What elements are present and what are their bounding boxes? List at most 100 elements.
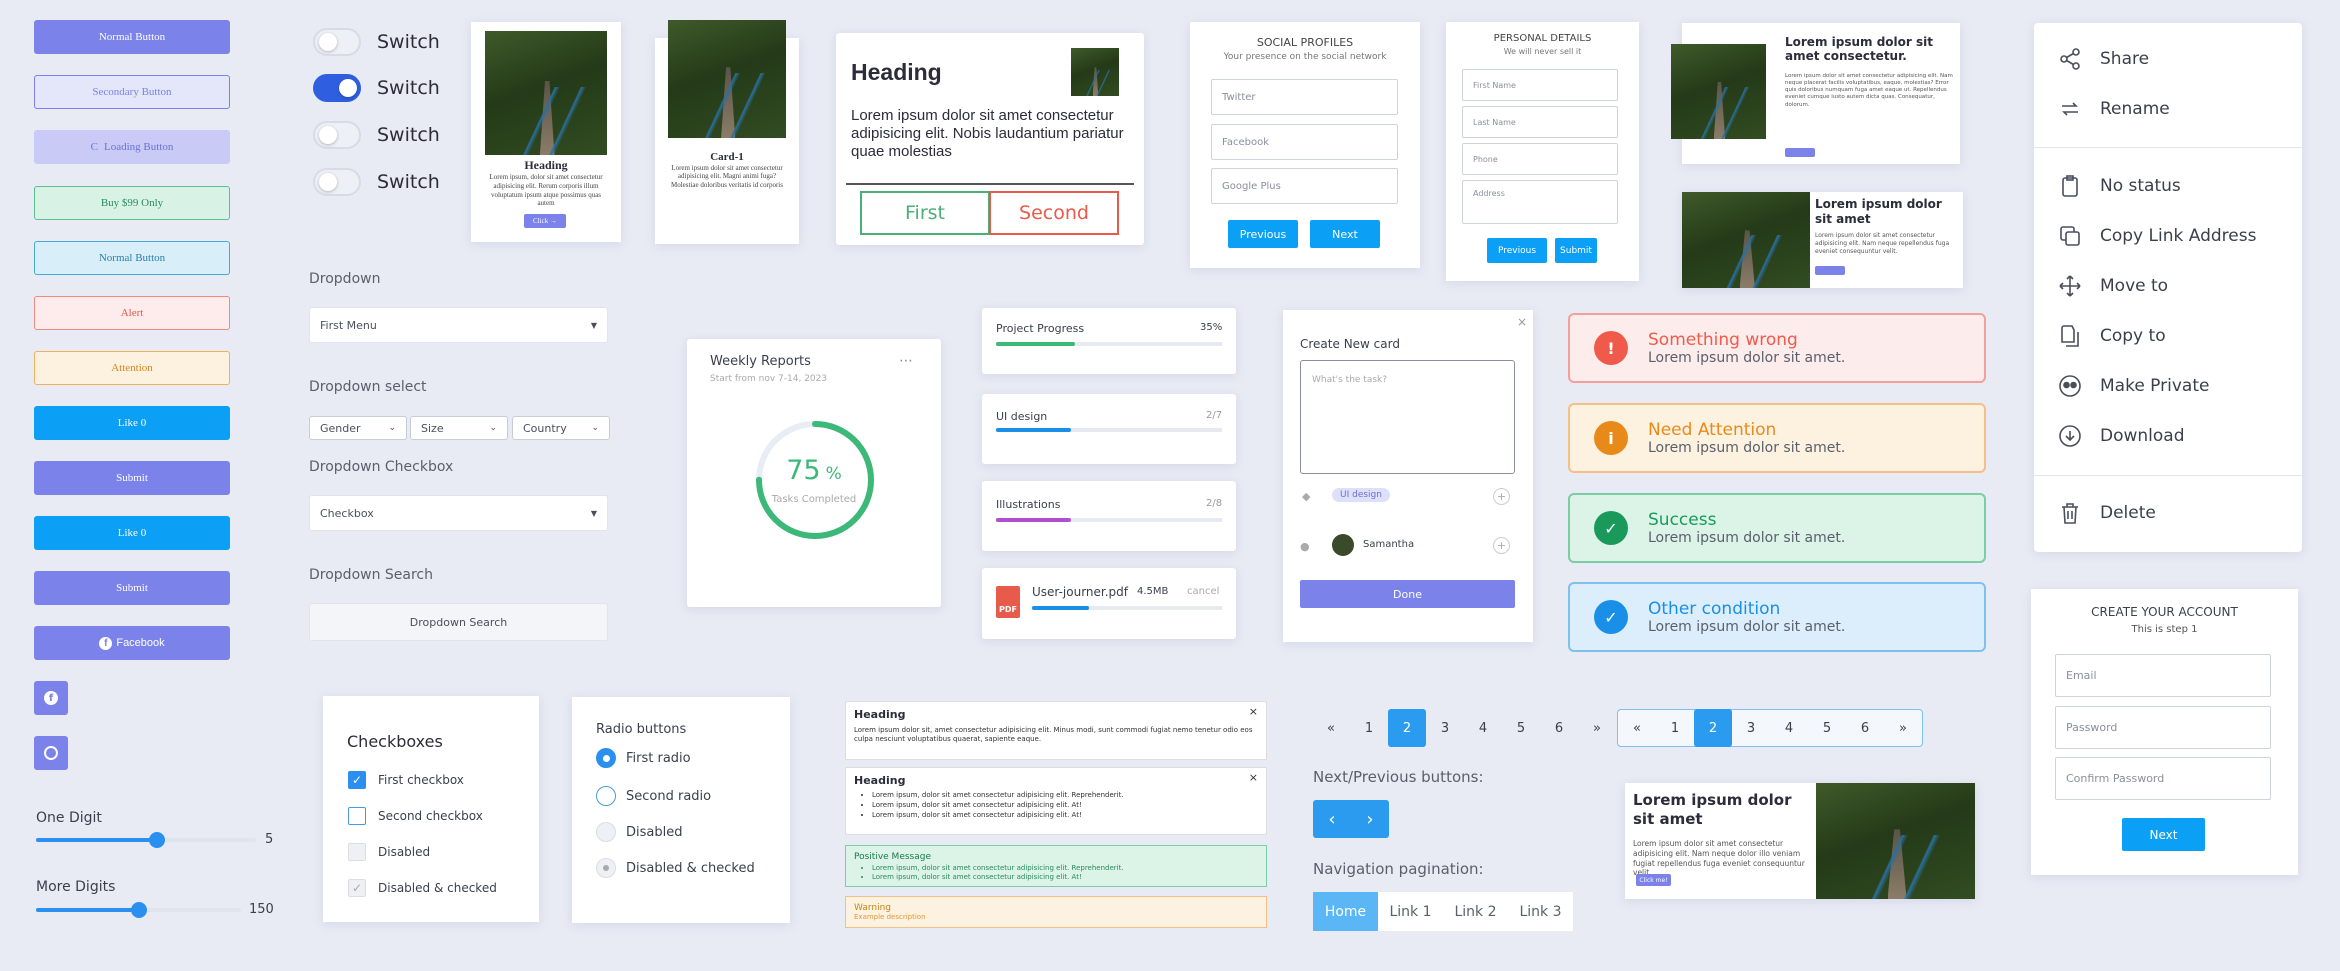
page-link[interactable]: 1	[1350, 709, 1388, 747]
previous-button[interactable]: Previous	[1228, 220, 1298, 248]
like-button-2[interactable]: Like 0	[34, 516, 230, 550]
menu-item-share[interactable]: Share	[2058, 47, 2149, 71]
menu-item-download[interactable]: Download	[2058, 424, 2185, 448]
page-link-active[interactable]: 2	[1694, 709, 1732, 747]
page-link[interactable]: 4	[1770, 709, 1808, 747]
second-button[interactable]: Second	[989, 191, 1119, 235]
nav-link-2[interactable]: Link 2	[1443, 892, 1508, 931]
prev-page-link[interactable]: «	[1312, 709, 1350, 747]
page-link[interactable]: 6	[1540, 709, 1578, 747]
facebook-field[interactable]: Facebook	[1211, 124, 1398, 160]
alert-button[interactable]: Alert	[34, 296, 230, 330]
menu-item-no-status[interactable]: No status	[2058, 174, 2181, 198]
buy-button[interactable]: Buy $99 Only	[34, 186, 230, 220]
toggle[interactable]	[313, 168, 361, 196]
click-me-button[interactable]: Click me!	[1636, 874, 1671, 886]
normal-button-2[interactable]: Normal Button	[34, 241, 230, 275]
page-link[interactable]: 1	[1656, 709, 1694, 747]
gender-select[interactable]: Gender ⌄	[309, 416, 407, 440]
first-radio[interactable]: First radio	[596, 748, 691, 768]
cancel-upload-link[interactable]: cancel	[1187, 586, 1219, 597]
last-name-field[interactable]: Last Name	[1462, 106, 1618, 138]
checkbox[interactable]	[348, 807, 366, 825]
radio-selected[interactable]	[596, 748, 616, 768]
next-button[interactable]: Next	[1310, 220, 1380, 248]
first-name-field[interactable]: First Name	[1462, 69, 1618, 101]
switch-4[interactable]: Switch	[313, 168, 440, 196]
prev-page-link[interactable]: «	[1618, 709, 1656, 747]
menu-item-delete[interactable]: Delete	[2058, 501, 2156, 525]
secondary-button[interactable]: Secondary Button	[34, 75, 230, 109]
close-icon[interactable]: ×	[1249, 771, 1258, 784]
email-field[interactable]: Email	[2055, 654, 2271, 697]
nav-link-1[interactable]: Link 1	[1378, 892, 1443, 931]
address-field[interactable]: Address	[1462, 180, 1618, 224]
dropdown-search-input[interactable]: Dropdown Search	[309, 603, 608, 641]
size-select[interactable]: Size ⌄	[410, 416, 508, 440]
checkbox-checked[interactable]: ✓	[348, 771, 366, 789]
facebook-button[interactable]: f Facebook	[34, 626, 230, 660]
submit-button[interactable]: Submit	[34, 461, 230, 495]
checkbox-dropdown[interactable]: Checkbox ▼	[309, 495, 608, 531]
page-link[interactable]: 4	[1464, 709, 1502, 747]
loading-button[interactable]: C Loading Button	[34, 130, 230, 164]
first-button[interactable]: First	[860, 191, 990, 235]
more-options-icon[interactable]: ⋯	[899, 353, 913, 369]
menu-item-copy-link[interactable]: Copy Link Address	[2058, 224, 2256, 248]
twitter-field[interactable]: Twitter	[1211, 79, 1398, 115]
second-radio[interactable]: Second radio	[596, 786, 711, 806]
next-button[interactable]: ›	[1351, 800, 1389, 838]
google-plus-field[interactable]: Google Plus	[1211, 168, 1398, 204]
menu-item-make-private[interactable]: Make Private	[2058, 374, 2209, 398]
confirm-password-field[interactable]: Confirm Password	[2055, 757, 2271, 800]
radio[interactable]	[596, 786, 616, 806]
task-textarea[interactable]: What's the task?	[1300, 360, 1515, 474]
page-link[interactable]: 3	[1426, 709, 1464, 747]
done-button[interactable]: Done	[1300, 580, 1515, 608]
password-field[interactable]: Password	[2055, 706, 2271, 749]
next-page-link[interactable]: »	[1884, 709, 1922, 747]
switch-1[interactable]: Switch	[313, 28, 440, 56]
tag-chip[interactable]: UI design	[1332, 488, 1390, 502]
submit-button[interactable]: Submit	[1555, 238, 1597, 263]
normal-button[interactable]: Normal Button	[34, 20, 230, 54]
card-click-button[interactable]: Click →	[524, 214, 566, 228]
next-button[interactable]: Next	[2122, 818, 2205, 851]
one-digit-slider[interactable]	[36, 832, 256, 848]
slider-handle[interactable]	[149, 832, 165, 848]
more-digits-slider[interactable]	[36, 902, 241, 918]
first-menu-dropdown[interactable]: First Menu ▼	[309, 307, 608, 343]
toggle[interactable]	[313, 121, 361, 149]
menu-item-move-to[interactable]: Move to	[2058, 274, 2168, 298]
page-link[interactable]: 5	[1502, 709, 1540, 747]
github-icon-button[interactable]	[34, 736, 68, 770]
page-link-active[interactable]: 2	[1388, 709, 1426, 747]
nav-link-3[interactable]: Link 3	[1508, 892, 1573, 931]
phone-field[interactable]: Phone	[1462, 143, 1618, 175]
next-page-link[interactable]: »	[1578, 709, 1616, 747]
add-user-icon[interactable]: +	[1493, 537, 1510, 554]
add-tag-icon[interactable]: +	[1493, 488, 1510, 505]
page-link[interactable]: 6	[1846, 709, 1884, 747]
like-button[interactable]: Like 0	[34, 406, 230, 440]
toggle[interactable]	[313, 74, 361, 102]
card-button[interactable]	[1785, 148, 1815, 157]
first-checkbox[interactable]: ✓ First checkbox	[348, 771, 464, 789]
page-link[interactable]: 5	[1808, 709, 1846, 747]
page-link[interactable]: 3	[1732, 709, 1770, 747]
submit-button-2[interactable]: Submit	[34, 571, 230, 605]
country-select[interactable]: Country ⌄	[512, 416, 610, 440]
menu-item-copy-to[interactable]: Copy to	[2058, 324, 2166, 348]
nav-home[interactable]: Home	[1313, 892, 1378, 931]
switch-3[interactable]: Switch	[313, 121, 440, 149]
close-icon[interactable]: ×	[1249, 705, 1258, 718]
second-checkbox[interactable]: Second checkbox	[348, 807, 483, 825]
attention-button[interactable]: Attention	[34, 351, 230, 385]
menu-item-rename[interactable]: Rename	[2058, 97, 2170, 121]
card-button[interactable]	[1815, 266, 1845, 275]
toggle[interactable]	[313, 28, 361, 56]
prev-button[interactable]: ‹	[1313, 800, 1351, 838]
previous-button[interactable]: Previous	[1487, 238, 1547, 263]
facebook-icon-button[interactable]: f	[34, 681, 68, 715]
slider-handle[interactable]	[130, 902, 147, 918]
